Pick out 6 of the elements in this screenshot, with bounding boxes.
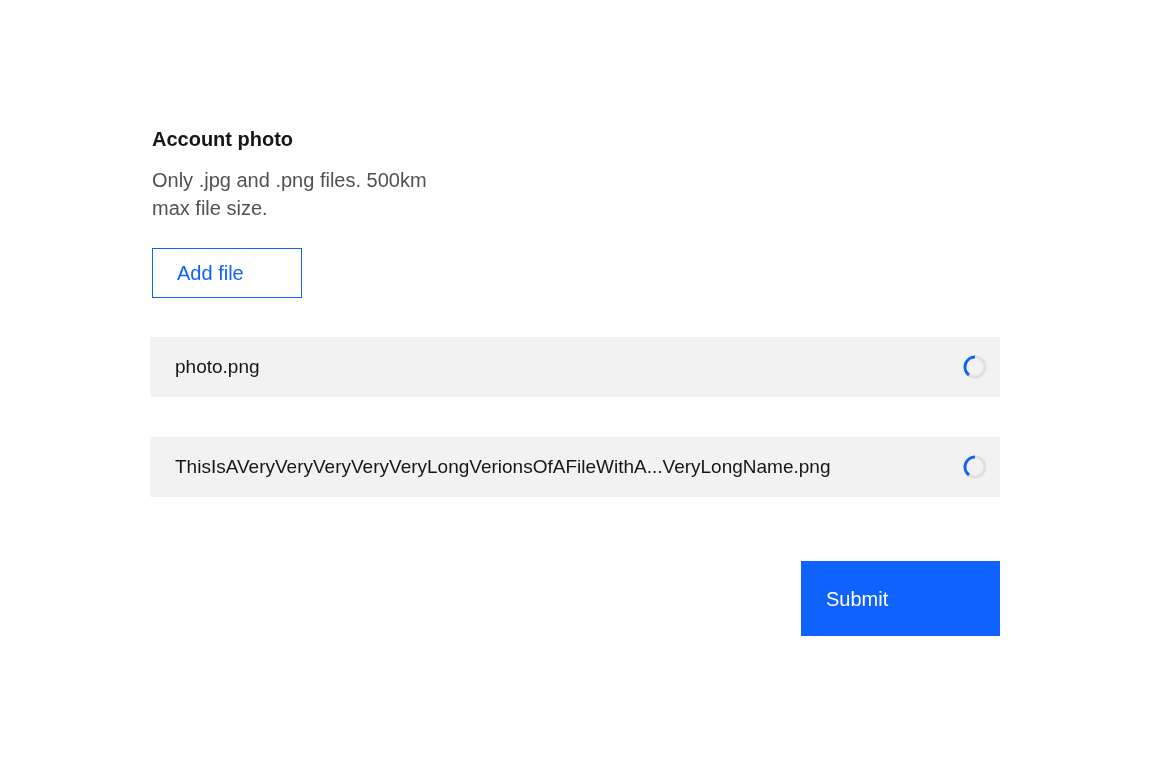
add-file-button[interactable]: Add file <box>152 248 302 298</box>
field-label: Account photo <box>152 127 295 152</box>
submit-button[interactable]: Submit <box>801 561 1000 636</box>
file-name: ThisIsAVeryVeryVeryVeryVeryLongVerionsOfAFileWithA...VeryLongName.png <box>175 454 832 479</box>
helper-text: Only .jpg and .png files. 500km max file size. <box>152 168 428 221</box>
file-name: photo.png <box>175 354 261 379</box>
